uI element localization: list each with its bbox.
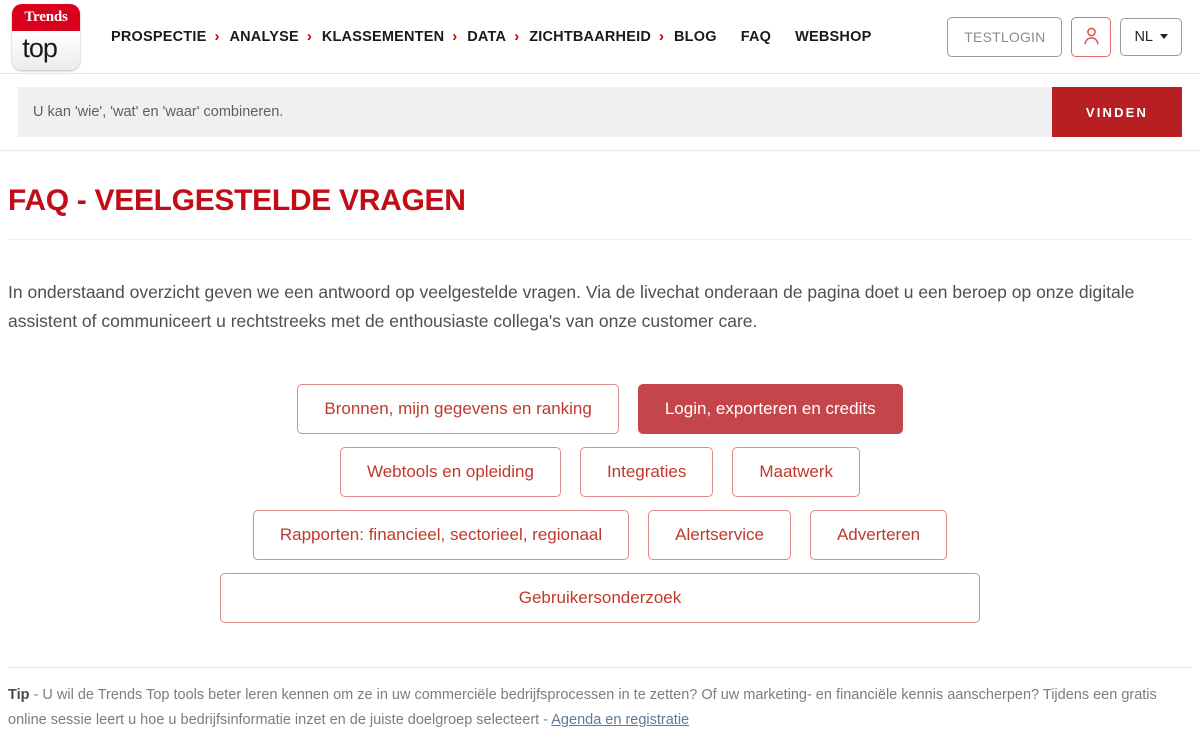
- nav-item-data[interactable]: DATA ›: [467, 29, 529, 45]
- chevron-right-icon: ›: [306, 28, 312, 45]
- chevron-right-icon: ›: [514, 28, 520, 45]
- chevron-right-icon: ›: [659, 28, 665, 45]
- chevron-down-icon: [1160, 34, 1168, 39]
- category-button-bronnen[interactable]: Bronnen, mijn gegevens en ranking: [297, 384, 619, 434]
- category-button-login[interactable]: Login, exporteren en credits: [637, 384, 903, 434]
- agenda-registration-link[interactable]: Agenda en registratie: [551, 712, 689, 728]
- category-button-rapporten[interactable]: Rapporten: financieel, sectorieel, regio…: [252, 510, 630, 560]
- nav-label: ANALYSE: [229, 28, 299, 45]
- category-button-gebruikersonderzoek[interactable]: Gebruikersonderzoek: [220, 573, 980, 623]
- faq-category-buttons: Bronnen, mijn gegevens en ranking Login,…: [0, 384, 1200, 623]
- nav-label: WEBSHOP: [795, 28, 872, 45]
- nav-item-analyse[interactable]: ANALYSE ›: [229, 29, 321, 45]
- logo-top-text: top: [22, 32, 58, 63]
- nav-label: ZICHTBAARHEID: [529, 28, 652, 45]
- main-nav: PROSPECTIE › ANALYSE › KLASSEMENTEN › DA…: [111, 29, 871, 45]
- nav-label: PROSPECTIE: [111, 28, 207, 45]
- nav-item-webshop[interactable]: WEBSHOP: [795, 29, 871, 45]
- category-button-adverteren[interactable]: Adverteren: [809, 510, 948, 560]
- search-bar: VINDEN: [18, 87, 1182, 137]
- nav-label: FAQ: [740, 28, 772, 45]
- category-button-webtools[interactable]: Webtools en opleiding: [339, 447, 561, 497]
- nav-item-klassementen[interactable]: KLASSEMENTEN ›: [322, 29, 467, 45]
- tip-prefix: Tip: [8, 687, 30, 703]
- nav-item-zichtbaarheid[interactable]: ZICHTBAARHEID ›: [529, 29, 674, 45]
- testlogin-button[interactable]: TESTLOGIN: [947, 16, 1063, 57]
- category-button-maatwerk[interactable]: Maatwerk: [732, 447, 861, 497]
- nav-label: BLOG: [674, 28, 717, 45]
- chevron-right-icon: ›: [452, 28, 458, 45]
- search-input[interactable]: [18, 87, 1052, 137]
- nav-label: DATA: [467, 28, 507, 45]
- account-button[interactable]: [1071, 16, 1112, 57]
- nav-label: KLASSEMENTEN: [321, 28, 445, 45]
- language-label: NL: [1134, 28, 1153, 45]
- nav-item-blog[interactable]: BLOG: [674, 29, 717, 45]
- logo-top-banner: top: [12, 30, 80, 70]
- page-title: FAQ - VEELGESTELDE VRAGEN: [8, 184, 466, 217]
- category-row: Gebruikersonderzoek: [18, 573, 1182, 623]
- tip-paragraph: Tip - U wil de Trends Top tools beter le…: [0, 668, 1200, 733]
- user-icon: [1084, 27, 1099, 45]
- nav-item-prospectie[interactable]: PROSPECTIE ›: [111, 29, 229, 45]
- category-row: Webtools en opleiding Integraties Maatwe…: [18, 447, 1182, 497]
- logo-trends-banner: Trends: [12, 3, 80, 31]
- header-actions: TESTLOGIN NL: [947, 16, 1182, 57]
- search-submit-button[interactable]: VINDEN: [1052, 87, 1182, 137]
- site-logo[interactable]: Trends top: [12, 3, 80, 70]
- category-row: Bronnen, mijn gegevens en ranking Login,…: [18, 384, 1182, 434]
- logo-trends-text: Trends: [24, 8, 68, 25]
- chevron-right-icon: ›: [214, 28, 220, 45]
- nav-item-faq[interactable]: FAQ: [741, 29, 771, 45]
- category-button-alertservice[interactable]: Alertservice: [648, 510, 791, 560]
- category-row: Rapporten: financieel, sectorieel, regio…: [18, 510, 1182, 560]
- language-selector[interactable]: NL: [1120, 17, 1182, 56]
- top-navbar: Trends top PROSPECTIE › ANALYSE › KLASSE…: [0, 0, 1200, 74]
- intro-paragraph: In onderstaand overzicht geven we een an…: [8, 282, 1135, 331]
- category-button-integraties[interactable]: Integraties: [579, 447, 714, 497]
